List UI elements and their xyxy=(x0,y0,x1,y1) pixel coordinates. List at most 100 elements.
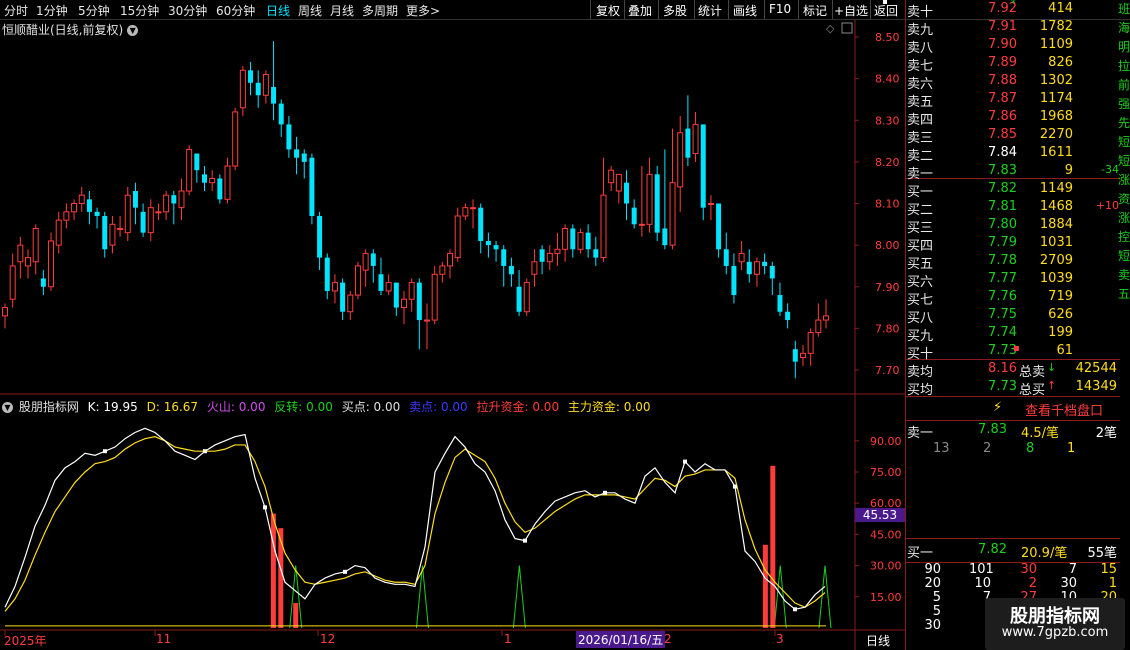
candle-body xyxy=(239,69,246,109)
ask-row[interactable]: 卖七 7.89 826 xyxy=(905,55,1130,74)
candle-body xyxy=(585,232,591,250)
price-tick-label: 8.00 xyxy=(875,239,900,252)
price-tick-label: 7.80 xyxy=(875,322,900,335)
candle-body xyxy=(654,174,660,233)
queue-cell: 101 xyxy=(969,562,994,577)
ask-row[interactable]: 卖九 7.91 1782 xyxy=(905,19,1130,38)
depth-button[interactable]: 查看千档盘口 xyxy=(1025,400,1103,419)
level-price: 7.73 xyxy=(988,343,1017,358)
level-price: 7.76 xyxy=(988,289,1017,304)
side-char: 涨 xyxy=(1118,173,1130,187)
candle-body xyxy=(631,207,637,225)
candle-body xyxy=(762,261,768,266)
bid-row[interactable]: 买七 7.76 719 xyxy=(905,289,1130,308)
ask-row[interactable]: 卖十 7.92 * 414 xyxy=(905,0,1130,20)
candle-body xyxy=(638,223,645,226)
level-price: 7.82 xyxy=(988,181,1017,196)
candle-body xyxy=(324,257,330,291)
candle-body xyxy=(378,274,384,291)
fanzhuan-pulse xyxy=(773,565,787,629)
candle-body xyxy=(2,307,8,317)
level-volume: 626 xyxy=(1048,307,1073,322)
candle-body xyxy=(271,86,277,104)
lasheng-bar xyxy=(770,465,776,628)
candle-body xyxy=(63,211,70,221)
indicator-name[interactable]: 股朋指标网 xyxy=(19,400,79,414)
watermark-logo: 股朋指标网 www.7gpzb.com xyxy=(985,598,1125,650)
level-label: 卖六 xyxy=(907,77,934,92)
ask-row[interactable]: 卖三 7.85 2270 xyxy=(905,127,1130,146)
level-label: 卖七 xyxy=(907,59,934,74)
candle-body xyxy=(25,257,32,267)
indicator-zhuli: 主力资金: 0.00 xyxy=(567,400,651,414)
candle-body xyxy=(94,211,100,216)
indicator-legend: ▼ 股朋指标网 K: 19.95 D: 16.67 火山: 0.00 反转: 0… xyxy=(2,398,655,415)
buy-point-marker xyxy=(883,0,887,4)
queue-cell: 30 xyxy=(924,618,941,633)
candle-body xyxy=(692,123,699,155)
candle-body xyxy=(132,191,138,208)
bid-row[interactable]: 买十 7.73 61 ▪ xyxy=(905,343,1130,362)
level-label: 买三 xyxy=(907,221,934,236)
candle-body xyxy=(217,178,223,200)
candle-body xyxy=(570,228,576,250)
candle-body xyxy=(731,265,737,296)
level-price: 7.88 xyxy=(988,73,1017,88)
level-price: 7.74 xyxy=(988,325,1017,340)
candle-body xyxy=(439,265,446,275)
ask-row[interactable]: 卖四 7.86 1968 xyxy=(905,109,1130,128)
cursor-date: 2026/01/16/五 xyxy=(576,631,666,648)
candle-body xyxy=(823,315,829,321)
side-char: 控 xyxy=(1118,230,1130,244)
ask-row[interactable]: 卖一 7.83 9 -34 xyxy=(905,163,1130,182)
bid-row[interactable]: 买六 7.77 1039 xyxy=(905,271,1130,290)
level-price: 7.86 xyxy=(988,109,1017,124)
level-volume: 2270 xyxy=(1039,127,1073,142)
candle-body xyxy=(501,249,507,266)
bid-row[interactable]: 买五 7.78 2709 xyxy=(905,253,1130,272)
period-label[interactable]: 日线 xyxy=(866,632,890,649)
diamond-icon[interactable]: ◇ xyxy=(826,22,835,35)
queue-cell: 30 xyxy=(1020,562,1037,577)
bid-row[interactable]: 买八 7.75 626 xyxy=(905,307,1130,326)
bid-row[interactable]: 买九 7.74 199 xyxy=(905,325,1130,344)
maximize-icon[interactable] xyxy=(841,22,853,34)
level-label: 卖四 xyxy=(907,113,934,128)
ask-row[interactable]: 卖六 7.88 1302 xyxy=(905,73,1130,92)
side-news-strip[interactable]: 班海明拉前强先短短涨资涨控短卖五 xyxy=(1118,0,1130,650)
ask-row[interactable]: 卖五 7.87 1174 xyxy=(905,91,1130,110)
level-volume: 1039 xyxy=(1039,271,1073,286)
buy-point-marker xyxy=(263,505,267,510)
bid-row[interactable]: 买二 7.81 1468 +10 xyxy=(905,199,1130,218)
candle-body xyxy=(470,207,477,210)
queue-cell: 90 xyxy=(924,562,941,577)
lasheng-bar xyxy=(762,544,768,628)
ask-row[interactable]: 卖八 7.90 1109 xyxy=(905,37,1130,56)
bid-row[interactable]: 买三 7.80 1884 xyxy=(905,217,1130,236)
side-char: 先 xyxy=(1118,116,1130,130)
indicator-lines xyxy=(4,0,887,612)
kline-chart[interactable]: 8.50 8.40 8.30 8.20 8.10 8.00 7.90 7.80 7.70 90.… xyxy=(0,0,905,650)
level-volume: 1149 xyxy=(1039,181,1073,196)
avg-sell-row: 卖均 8.16 总卖 ↓ 42544 xyxy=(907,361,1117,380)
ask-row[interactable]: 卖二 7.84 1611 xyxy=(905,145,1130,164)
level-volume: 1174 xyxy=(1039,91,1073,106)
level-price: 7.78 xyxy=(988,253,1017,268)
candle-body xyxy=(493,245,499,250)
side-char: 强 xyxy=(1118,97,1130,111)
candle-body xyxy=(485,240,491,246)
bid-row[interactable]: 买四 7.79 1031 xyxy=(905,235,1130,254)
bid1-detail: 买一 7.82 20.9/笔 55笔 xyxy=(907,542,1117,561)
fanzhuan-pulse xyxy=(512,565,526,629)
chevron-down-icon[interactable]: ▼ xyxy=(2,402,13,413)
level-price: 7.85 xyxy=(988,127,1017,142)
marker-icon: ▪ xyxy=(1013,343,1020,354)
candle-body xyxy=(32,227,39,263)
candle-body xyxy=(700,124,706,208)
candle-body xyxy=(478,207,484,241)
buy-point-marker xyxy=(103,449,107,454)
level-volume: 826 xyxy=(1048,55,1073,70)
candle-body xyxy=(646,173,653,225)
bid-row[interactable]: 买一 7.82 1149 xyxy=(905,181,1130,200)
candle-body xyxy=(716,203,722,250)
